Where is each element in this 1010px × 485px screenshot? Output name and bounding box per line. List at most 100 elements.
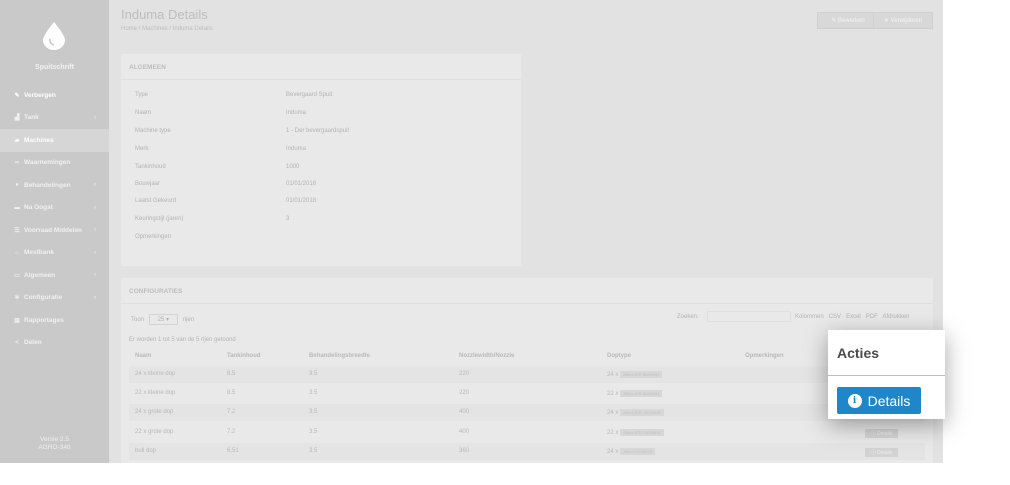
excel-button[interactable]: Excel (846, 314, 861, 320)
cell-tank: 8.5 (227, 371, 236, 377)
cell-nozzle: 360 (459, 448, 470, 454)
sidebar-item-waarnemingen[interactable]: ∞ Waarnemingen (0, 152, 109, 175)
sidebar-item-configuratie[interactable]: ✲ Configuratie ‹ (0, 287, 109, 310)
row-details-label: Details (877, 430, 893, 437)
detail-value: Bevergaard Spuit (286, 92, 333, 98)
edit-button[interactable]: ✎ Bewerken (817, 12, 879, 29)
sidebar-item-label: Verbergen (24, 91, 56, 99)
detail-key: Tankinhoud (135, 164, 166, 170)
sidebar-item-label: Algemeen (24, 271, 56, 279)
logo-area: Spuitschrift (0, 0, 109, 84)
column-header-tank[interactable]: Tankinhoud (227, 353, 261, 359)
page-size-select[interactable]: 25 ▾ (148, 314, 179, 325)
table-row (129, 404, 925, 421)
detail-value: Induma (286, 146, 307, 152)
gear-icon: ✲ (14, 295, 20, 302)
dop-tag: Albuz ATR 100/06HE (620, 409, 664, 416)
sidebar-item-mestbank[interactable]: ⌂ Mestbank ‹ (0, 242, 109, 265)
dop-count: 24 x (607, 449, 619, 455)
dop-tag: Albuz ATR 80/03HN (620, 371, 662, 378)
columns-button[interactable]: Kolommen (795, 314, 824, 320)
sidebar-item-delen[interactable]: < Delen (0, 332, 109, 355)
row-details-label: Details (877, 449, 893, 456)
config-panel-title: CONFIGURATIES (121, 278, 933, 304)
pdf-button[interactable]: PDF (866, 314, 878, 320)
chart-icon: ▟ (14, 115, 20, 122)
sidebar-nav: ✎ Verbergen ▟ Tank ‹ ▰ Machines ∞ Waarne… (0, 84, 109, 354)
chevron-left-icon: ‹ (94, 114, 96, 121)
actions-popup: Acties i Details (828, 330, 945, 419)
version-code: AGRO-348 (38, 444, 71, 451)
column-header-width[interactable]: Behandelingsbreedte (309, 353, 370, 359)
chevron-left-icon: ‹ (94, 204, 96, 211)
cell-nozzle: 400 (459, 429, 470, 435)
sidebar-item-label: Machines (24, 136, 54, 144)
dop-count: 24 x (607, 410, 619, 416)
cell-nozzle: 220 (459, 371, 470, 377)
page-size-value: 25 (157, 317, 165, 323)
sidebar-item-verbergen[interactable]: ✎ Verbergen (0, 84, 109, 107)
cell-name: 24 x grote dop (135, 409, 174, 415)
cell-width: 3.5 (309, 448, 318, 454)
rows-label: rijen (182, 317, 195, 323)
sidebar-item-label: Voorraad Middelen (24, 226, 83, 234)
search-label: Zoeken: (677, 314, 699, 320)
drop-logo-icon (43, 22, 65, 50)
page-size-control: Toon 25 ▾ rijen (131, 314, 194, 325)
sidebar-item-algemeen[interactable]: ▭ Algemeen ‹ (0, 264, 109, 287)
detail-key: Opmerkingen (135, 234, 172, 240)
print-button[interactable]: Afdrukken (882, 314, 909, 320)
cell-tank: 8.5 (227, 390, 236, 396)
dop-count: 24 x (607, 372, 619, 378)
detail-value: 1 - Der bevergaardspuit (286, 128, 350, 134)
cell-tank: 7.2 (227, 409, 236, 415)
share-icon: < (15, 339, 19, 346)
chevron-left-icon: ‹ (94, 294, 96, 301)
detail-value: Induma (286, 110, 307, 116)
info-icon: i (847, 393, 862, 408)
cell-doptype: 22 x Albuz ATR 80/03HN (607, 390, 662, 397)
divider (828, 375, 945, 376)
detail-key: Type (135, 92, 149, 98)
column-header-name[interactable]: Naam (135, 353, 151, 359)
column-header-doptype[interactable]: Doptype (607, 353, 631, 359)
dop-count: 22 x (607, 430, 619, 436)
table-row (129, 366, 925, 383)
config-panel: CONFIGURATIES Toon 25 ▾ rijen Zoeken: Ko… (121, 278, 933, 463)
row-details-button[interactable]: ⓘ Details (865, 448, 898, 457)
truck-icon: ▰ (14, 137, 20, 144)
column-header-nozzle[interactable]: Nozzlewidth/Nozzle (459, 353, 514, 359)
csv-button[interactable]: CSV (829, 314, 841, 320)
details-button[interactable]: i Details (837, 387, 921, 414)
cell-nozzle: 220 (459, 390, 470, 396)
sidebar-item-voorraad[interactable]: ☰ Voorraad Middelen ‹ (0, 219, 109, 242)
cell-tank: 7.2 (227, 429, 236, 435)
delete-button[interactable]: ✕ Verwijderen (873, 12, 933, 29)
detail-value: 01/01/2018 (286, 181, 317, 187)
sidebar-item-tank[interactable]: ▟ Tank ‹ (0, 107, 109, 130)
details-button-label: Details (867, 392, 911, 409)
column-header-remarks[interactable]: Opmerkingen (745, 353, 784, 359)
table-info: Er worden 1 tot 5 van de 5 rijen getoond (129, 337, 236, 343)
detail-key: Bouwjaar (135, 181, 161, 187)
general-panel: ALGEMEEN Type Bevergaard Spuit Naam Induma… (121, 54, 521, 266)
sidebar-item-na-oogst[interactable]: ▬ Na Oogst ‹ (0, 197, 109, 220)
sidebar-item-rapportages[interactable]: ▤ Rapportages (0, 309, 109, 332)
table-row (129, 443, 925, 460)
sidebar-item-machines[interactable]: ▰ Machines (0, 129, 109, 152)
cell-name: 22 x kleine dop (135, 390, 176, 396)
row-details-button[interactable]: ⓘ Details (865, 429, 898, 438)
drop-icon: ● (15, 182, 19, 189)
sidebar-item-label: Delen (24, 339, 42, 347)
detail-key: Keuringstijl (jaren) (135, 216, 184, 222)
sidebar-item-behandelingen[interactable]: ● Behandelingen ‹ (0, 174, 109, 197)
dop-count: 22 x (607, 391, 619, 397)
sidebar-item-label: Na Oogst (24, 204, 53, 212)
detail-value: 01/01/2018 (286, 198, 317, 204)
cell-nozzle: 400 (459, 409, 470, 415)
delete-button-label: Verwijderen (890, 17, 923, 24)
breadcrumb[interactable]: Home / Machines / Induma Details (121, 26, 213, 32)
sidebar-item-label: Configuratie (24, 294, 63, 302)
detail-key: Merk (135, 146, 149, 152)
search-input[interactable] (707, 311, 791, 322)
